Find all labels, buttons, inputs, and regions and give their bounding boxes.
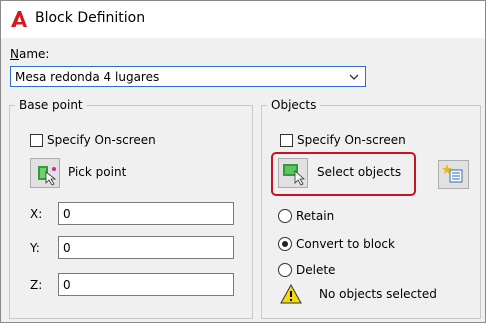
autocad-logo-icon: [11, 11, 27, 27]
retain-label: Retain: [296, 209, 335, 223]
objects-title: Objects: [267, 98, 321, 112]
retain-radio[interactable]: [278, 209, 292, 223]
name-label-mnemonic: N: [10, 47, 19, 61]
z-label: Z:: [30, 278, 43, 292]
block-definition-dialog: Block Definition Name: Mesa redonda 4 lu…: [0, 0, 486, 323]
select-objects-button[interactable]: [278, 158, 308, 188]
pick-point-icon: [38, 166, 57, 186]
convert-to-block-radio[interactable]: [278, 237, 292, 251]
quick-select-icon: [442, 164, 463, 183]
warning-icon: [280, 284, 302, 304]
name-label: Name:: [10, 47, 49, 61]
delete-radio[interactable]: [278, 263, 292, 277]
title-bar: Block Definition: [1, 1, 485, 38]
block-name-dropdown[interactable]: Mesa redonda 4 lugares: [10, 66, 366, 87]
convert-to-block-label: Convert to block: [296, 237, 395, 251]
selection-status-text: No objects selected: [319, 287, 437, 301]
y-label: Y:: [30, 241, 40, 255]
objects-specify-onscreen-checkbox[interactable]: [280, 134, 293, 147]
window-title: Block Definition: [35, 10, 146, 26]
select-objects-label: Select objects: [317, 165, 402, 179]
select-objects-icon: [283, 164, 306, 186]
chevron-down-icon: [349, 74, 359, 80]
x-coordinate-input[interactable]: 0: [58, 202, 234, 225]
x-label: X:: [30, 207, 43, 221]
base-specify-onscreen-checkbox[interactable]: [30, 134, 43, 147]
z-coordinate-value: 0: [63, 278, 71, 292]
radio-selected-dot: [282, 241, 288, 247]
base-point-title: Base point: [15, 98, 87, 112]
x-coordinate-value: 0: [63, 207, 71, 221]
y-coordinate-value: 0: [63, 241, 71, 255]
block-name-value: Mesa redonda 4 lugares: [15, 70, 160, 84]
delete-label: Delete: [296, 263, 336, 277]
pick-point-button[interactable]: [30, 158, 60, 188]
z-coordinate-input[interactable]: 0: [58, 273, 234, 296]
base-specify-onscreen-label: Specify On-screen: [47, 133, 156, 147]
objects-specify-onscreen-label: Specify On-screen: [297, 133, 406, 147]
name-label-text: ame:: [18, 47, 50, 61]
quick-select-button[interactable]: [438, 160, 469, 189]
pick-point-label: Pick point: [68, 165, 127, 179]
y-coordinate-input[interactable]: 0: [58, 236, 234, 259]
